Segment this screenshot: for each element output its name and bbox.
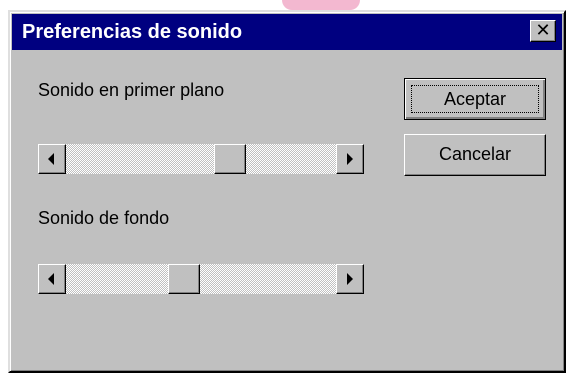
foreground-sound-slider[interactable]: [38, 144, 364, 174]
arrow-left-icon: [48, 153, 54, 165]
accept-button[interactable]: Aceptar: [404, 78, 546, 120]
background-sound-label: Sonido de fondo: [38, 208, 170, 228]
accept-button-label: Aceptar: [411, 85, 539, 113]
background-scroll-left-button[interactable]: [38, 264, 66, 294]
foreground-sound-label: Sonido en primer plano: [38, 80, 225, 100]
background-slider-thumb[interactable]: [168, 264, 201, 294]
cancel-button-label: Cancelar: [438, 144, 512, 164]
sound-preferences-dialog: Preferencias de sonido ✕ Sonido en prime…: [8, 10, 566, 373]
background-decoration: [282, 0, 360, 10]
foreground-scroll-right-button[interactable]: [336, 144, 364, 174]
background-scroll-right-button[interactable]: [336, 264, 364, 294]
foreground-slider-thumb[interactable]: [213, 144, 246, 174]
arrow-right-icon: [347, 273, 353, 285]
arrow-left-icon: [48, 273, 54, 285]
close-icon: ✕: [535, 20, 551, 41]
foreground-scroll-left-button[interactable]: [38, 144, 66, 174]
background-sound-slider[interactable]: [38, 264, 364, 294]
title-bar[interactable]: Preferencias de sonido ✕: [12, 14, 562, 50]
dialog-title: Preferencias de sonido: [22, 21, 243, 43]
cancel-button[interactable]: Cancelar: [404, 134, 546, 176]
close-button[interactable]: ✕: [530, 20, 556, 42]
arrow-right-icon: [347, 153, 353, 165]
